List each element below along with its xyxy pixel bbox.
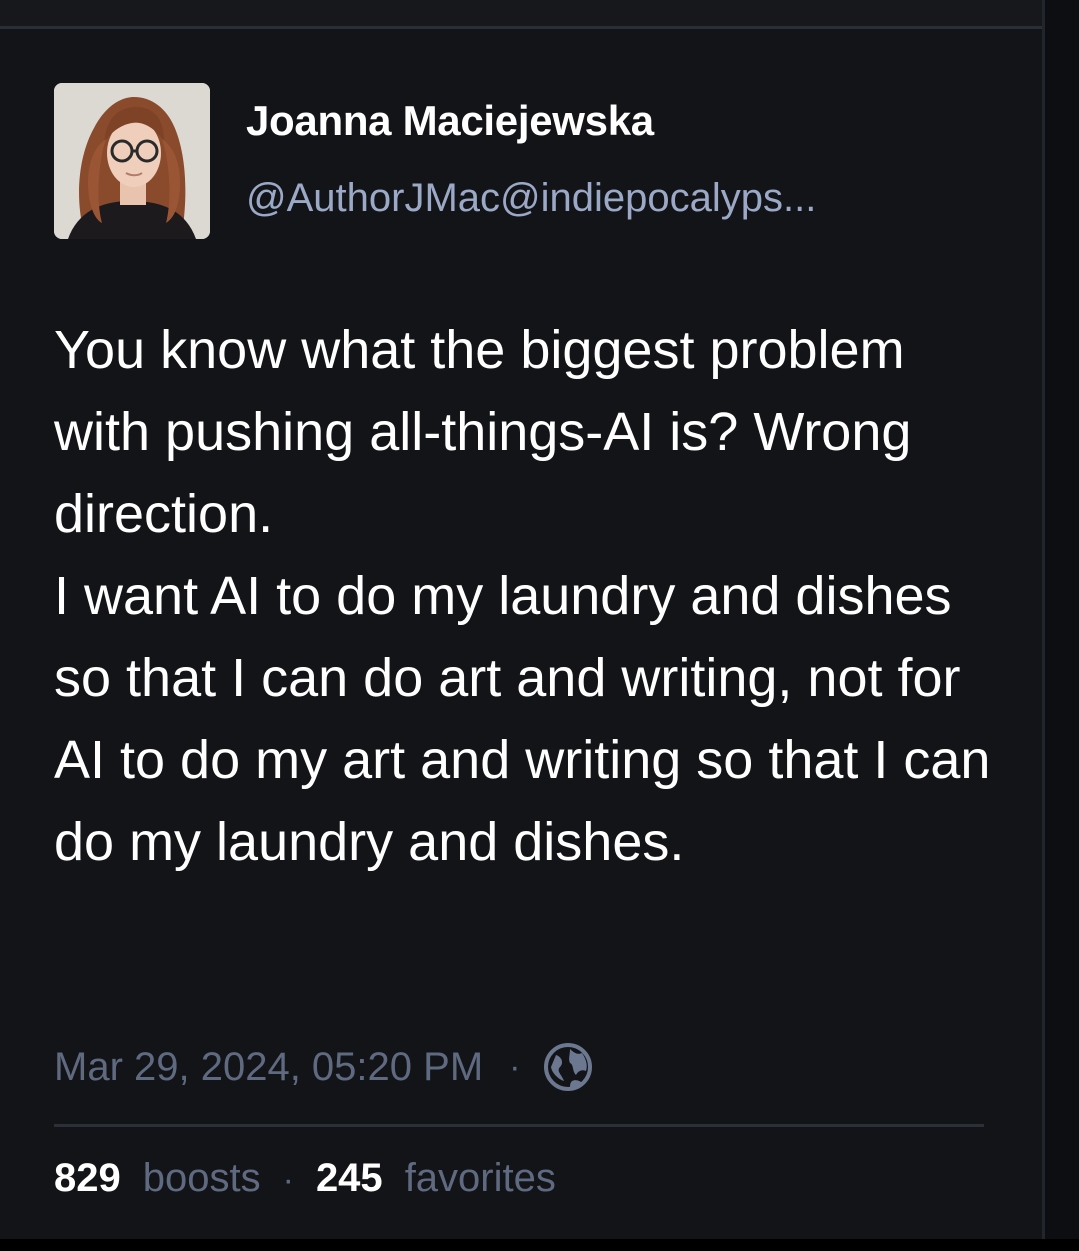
meta-divider bbox=[54, 1124, 984, 1127]
timestamp-link[interactable]: Mar 29, 2024, 05:20 PM bbox=[54, 1045, 483, 1090]
avatar[interactable] bbox=[54, 83, 210, 239]
status-stats: 829 boosts · 245 favorites bbox=[54, 1156, 556, 1201]
bottom-edge bbox=[0, 1239, 1079, 1251]
display-name[interactable]: Joanna Maciejewska bbox=[246, 97, 654, 145]
avatar-image bbox=[54, 83, 210, 239]
content-paragraph: I want AI to do my laundry and dishes so… bbox=[54, 566, 991, 872]
content-paragraph: You know what the biggest problem with p… bbox=[54, 320, 912, 544]
meta-separator: · bbox=[509, 1047, 521, 1086]
account-handle[interactable]: @AuthorJMac@indiepocalyps... bbox=[246, 176, 816, 221]
scrollbar-track[interactable] bbox=[1045, 0, 1079, 1251]
boosts-label[interactable]: boosts bbox=[143, 1156, 261, 1201]
status-detail: Joanna Maciejewska @AuthorJMac@indiepoca… bbox=[0, 29, 1042, 1239]
globe-icon bbox=[542, 1041, 594, 1093]
favorites-label[interactable]: favorites bbox=[405, 1156, 556, 1201]
screenshot-frame: Joanna Maciejewska @AuthorJMac@indiepoca… bbox=[0, 0, 1079, 1251]
stats-separator: · bbox=[282, 1161, 294, 1199]
status-content: You know what the biggest problem with p… bbox=[54, 309, 994, 883]
status-meta: Mar 29, 2024, 05:20 PM · bbox=[54, 1037, 594, 1097]
favorites-count[interactable]: 245 bbox=[316, 1156, 383, 1201]
top-divider bbox=[0, 0, 1079, 29]
boosts-count[interactable]: 829 bbox=[54, 1156, 121, 1201]
